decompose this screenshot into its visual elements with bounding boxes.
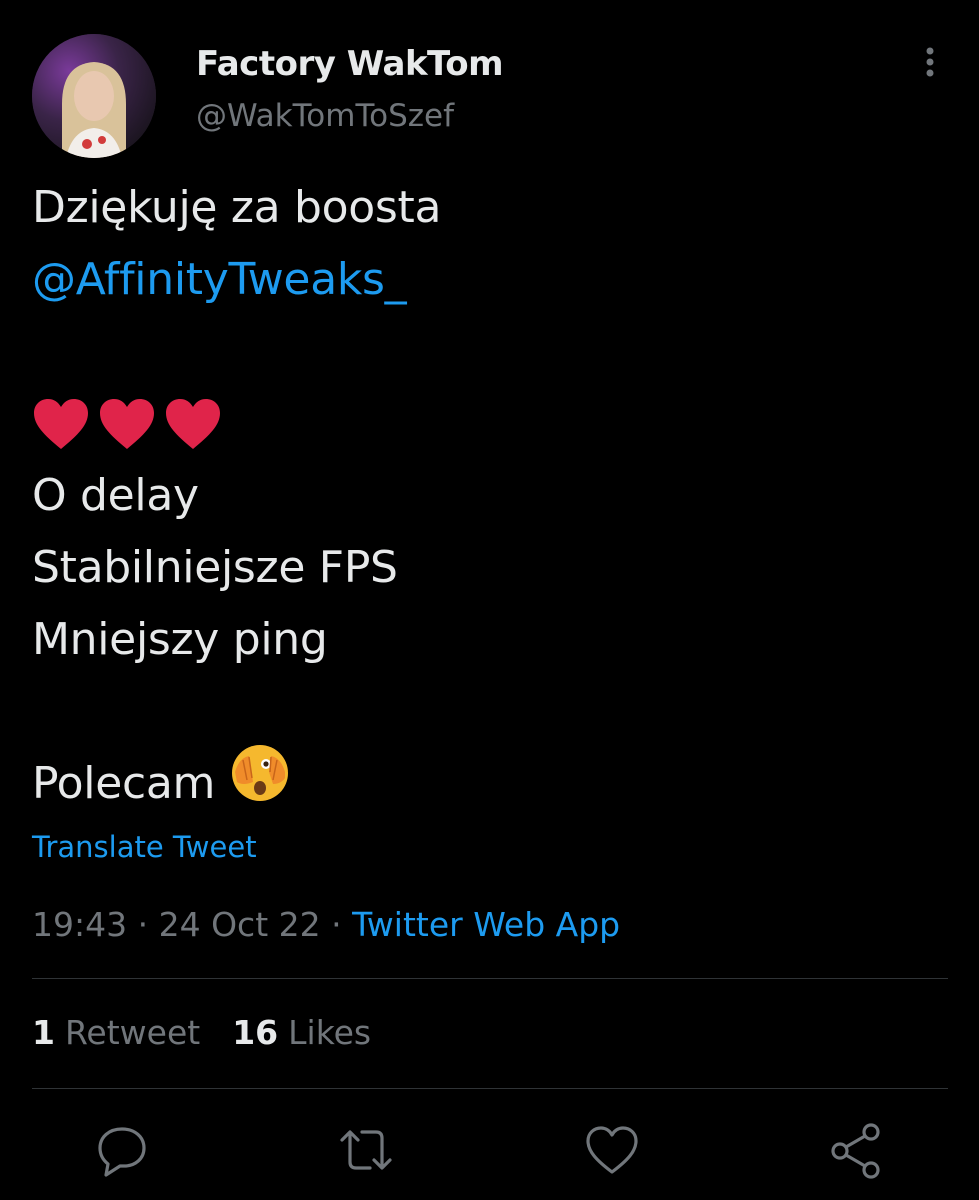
tweet-meta: 19:43 · 24 Oct 22 · Twitter Web App — [32, 905, 620, 944]
red-heart-icon — [166, 399, 220, 449]
tweet-line-delay: O delay — [32, 470, 199, 521]
red-heart-icon — [34, 399, 88, 449]
retweets-count: 1 — [32, 1013, 55, 1052]
tweet-stats: 1 Retweet 16 Likes — [32, 1013, 371, 1052]
like-icon — [586, 1126, 638, 1174]
tweet-line-thanks: Dziękuję za boosta — [32, 182, 442, 233]
face-with-peeking-eye-icon — [232, 745, 289, 801]
retweets-label: Retweet — [64, 1013, 201, 1052]
more-options-button[interactable] — [912, 44, 948, 84]
avatar-photo-icon — [32, 34, 156, 158]
reply-icon — [98, 1127, 146, 1177]
red-heart-icon — [100, 399, 154, 449]
user-handle[interactable]: @WakTomToSzef — [196, 98, 454, 134]
likes-stat[interactable]: 16 Likes — [232, 1013, 371, 1052]
meta-separator: · — [127, 905, 159, 944]
face-peeking-emoji — [229, 742, 291, 826]
translate-tweet-link[interactable]: Translate Tweet — [32, 830, 257, 864]
tweet-line: Stabilniejsze FPS — [32, 532, 952, 604]
tweet-line-polecam: Polecam — [32, 758, 216, 809]
divider — [32, 1088, 948, 1089]
likes-label: Likes — [288, 1013, 372, 1052]
tweet-line: O delay — [32, 460, 952, 532]
tweet-line-ping: Mniejszy ping — [32, 614, 328, 665]
more-vertical-icon — [926, 47, 934, 77]
likes-count: 16 — [232, 1013, 279, 1052]
display-name[interactable]: Factory WakTom — [196, 44, 504, 84]
tweet-source[interactable]: Twitter Web App — [352, 905, 620, 944]
like-button[interactable] — [582, 1120, 642, 1180]
retweets-stat[interactable]: 1 Retweet — [32, 1013, 200, 1052]
action-bar — [0, 1120, 979, 1180]
tweet-text: Dziękuję za boosta @AffinityTweaks_ O de… — [32, 172, 952, 820]
retweet-button[interactable] — [336, 1120, 396, 1180]
retweet-icon — [340, 1130, 392, 1170]
mention-link[interactable]: @AffinityTweaks_ — [32, 244, 407, 316]
tweet-date[interactable]: 24 Oct 22 — [159, 905, 321, 944]
reply-button[interactable] — [92, 1120, 152, 1180]
tweet-line: @AffinityTweaks_ — [32, 244, 952, 316]
tweet-line — [32, 388, 952, 460]
tweet-line: Mniejszy ping — [32, 604, 952, 676]
share-icon — [831, 1123, 880, 1179]
meta-separator: · — [320, 905, 353, 944]
divider — [32, 978, 948, 979]
tweet-line: Dziękuję za boosta — [32, 172, 952, 244]
hearts-emoji — [32, 397, 222, 451]
tweet-time[interactable]: 19:43 — [32, 905, 127, 944]
avatar[interactable] — [32, 34, 156, 158]
tweet-line: Polecam — [32, 745, 952, 820]
share-button[interactable] — [826, 1120, 886, 1180]
tweet-line-fps: Stabilniejsze FPS — [32, 542, 398, 593]
